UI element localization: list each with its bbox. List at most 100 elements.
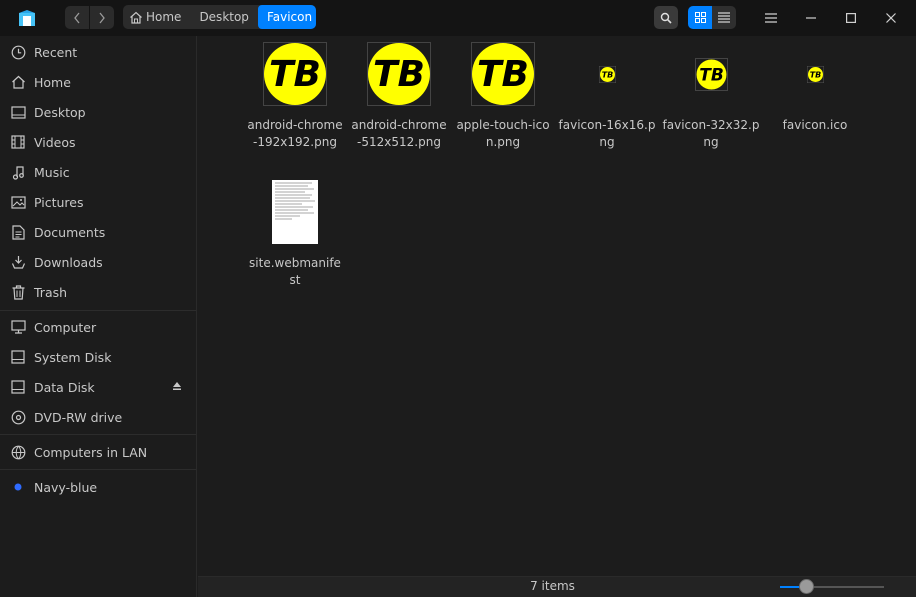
sidebar-separator <box>0 469 196 470</box>
file-manager-app-icon <box>16 7 38 29</box>
breadcrumb-home-label: Home <box>146 10 182 24</box>
close-button[interactable] <box>871 5 911 31</box>
sidebar-item-label: DVD-RW drive <box>34 409 123 425</box>
image-icon <box>9 193 27 211</box>
tb-logo-text: TB <box>477 54 529 95</box>
tb-logo-thumbnail: TB <box>264 43 326 105</box>
home-icon <box>130 11 142 24</box>
sidebar-item-dvd-rw-drive[interactable]: DVD-RW drive <box>0 402 196 432</box>
sidebar-item-trash[interactable]: Trash <box>0 277 196 307</box>
chevron-left-icon <box>74 12 80 23</box>
file-thumbnail: TB <box>558 41 656 107</box>
tb-logo-text: TB <box>601 70 613 79</box>
sidebar: Recent Home Desktop Videos Music Picture… <box>0 36 197 597</box>
menu-button[interactable] <box>751 5 791 31</box>
hamburger-menu-icon <box>765 13 777 23</box>
tb-logo-thumbnail: TB <box>598 65 616 83</box>
file-name: android-chrome-512x512.png <box>351 118 447 149</box>
file-item[interactable]: TB apple-touch-icon.png <box>454 41 552 151</box>
sidebar-item-recent[interactable]: Recent <box>0 37 196 67</box>
clock-icon <box>9 43 27 61</box>
sidebar-item-music[interactable]: Music <box>0 157 196 187</box>
file-view: TB android-chrome-192x192.png TB android… <box>198 36 912 576</box>
sidebar-item-pictures[interactable]: Pictures <box>0 187 196 217</box>
file-item[interactable]: TB favicon-16x16.png <box>558 41 656 151</box>
sidebar-item-computer[interactable]: Computer <box>0 312 196 342</box>
title-bar: Home Desktop Favicon <box>0 0 916 36</box>
icon-view-button[interactable] <box>688 6 712 29</box>
sidebar-item-navy-blue-tag[interactable]: Navy-blue <box>0 472 196 502</box>
file-item[interactable]: TB favicon-32x32.png <box>662 41 760 151</box>
sidebar-item-computers-in-lan[interactable]: Computers in LAN <box>0 437 196 467</box>
sidebar-item-label: Recent <box>34 44 78 60</box>
back-button[interactable] <box>65 6 89 29</box>
sidebar-item-label: Computers in LAN <box>34 444 148 460</box>
file-name: site.webmanifest <box>249 256 341 287</box>
breadcrumb: Home Desktop Favicon <box>123 5 316 29</box>
maximize-icon <box>846 13 856 23</box>
file-thumbnail: TB <box>246 41 344 107</box>
tb-logo-thumbnail: TB <box>696 59 726 89</box>
sidebar-item-system-disk[interactable]: System Disk <box>0 342 196 372</box>
breadcrumb-favicon[interactable]: Favicon <box>257 5 316 29</box>
sidebar-item-downloads[interactable]: Downloads <box>0 247 196 277</box>
sidebar-item-data-disk[interactable]: Data Disk <box>0 372 196 402</box>
eject-icon[interactable] <box>172 380 182 394</box>
list-icon <box>718 12 730 23</box>
sidebar-item-label: Downloads <box>34 254 103 270</box>
tb-logo-text: TB <box>373 54 425 95</box>
sidebar-separator <box>0 434 196 435</box>
trash-icon <box>9 283 27 301</box>
sidebar-item-label: Home <box>34 74 71 90</box>
file-item[interactable]: TB android-chrome-512x512.png <box>350 41 448 151</box>
sidebar-separator <box>0 310 196 311</box>
sidebar-item-label: Music <box>34 164 70 180</box>
file-thumbnail <box>246 179 344 245</box>
file-item[interactable]: TB android-chrome-192x192.png <box>246 41 344 151</box>
file-item[interactable]: site.webmanifest <box>246 179 344 289</box>
download-icon <box>9 253 27 271</box>
sidebar-item-label: System Disk <box>34 349 112 365</box>
file-name: favicon-16x16.png <box>558 118 656 149</box>
zoom-slider[interactable] <box>780 579 884 594</box>
file-name: favicon.ico <box>782 118 848 132</box>
text-document-thumbnail <box>272 180 318 244</box>
sidebar-item-desktop[interactable]: Desktop <box>0 97 196 127</box>
zoom-slider-handle[interactable] <box>799 579 815 594</box>
sidebar-item-home[interactable]: Home <box>0 67 196 97</box>
monitor-icon <box>9 318 27 336</box>
file-thumbnail: TB <box>766 41 864 107</box>
file-thumbnail: TB <box>454 41 552 107</box>
minimize-button[interactable] <box>791 5 831 31</box>
grid-icon <box>694 12 706 23</box>
disk-icon <box>9 348 27 366</box>
desktop-icon <box>9 103 27 121</box>
sidebar-item-label: Desktop <box>34 104 86 120</box>
home-icon <box>9 73 27 91</box>
forward-button[interactable] <box>90 6 114 29</box>
tag-color-dot-icon <box>9 478 27 496</box>
file-name: android-chrome-192x192.png <box>247 118 343 149</box>
maximize-button[interactable] <box>831 5 871 31</box>
breadcrumb-home[interactable]: Home <box>123 5 190 29</box>
music-note-icon <box>9 163 27 181</box>
sidebar-item-label: Documents <box>34 224 106 240</box>
search-button[interactable] <box>654 6 678 29</box>
status-bar: 7 items <box>198 576 916 597</box>
breadcrumb-desktop-label: Desktop <box>199 10 249 24</box>
sidebar-item-label: Videos <box>34 134 76 150</box>
list-view-button[interactable] <box>712 6 736 29</box>
file-item[interactable]: TB favicon.ico <box>766 41 864 134</box>
search-icon <box>660 12 672 24</box>
close-icon <box>886 13 896 23</box>
tb-logo-thumbnail: TB <box>472 43 534 105</box>
breadcrumb-favicon-label: Favicon <box>266 10 313 24</box>
sidebar-item-label: Trash <box>34 284 68 300</box>
minimize-icon <box>806 17 816 19</box>
globe-icon <box>9 443 27 461</box>
sidebar-item-videos[interactable]: Videos <box>0 127 196 157</box>
vertical-scrollbar[interactable] <box>911 36 916 576</box>
breadcrumb-desktop[interactable]: Desktop <box>190 5 258 29</box>
sidebar-item-documents[interactable]: Documents <box>0 217 196 247</box>
film-icon <box>9 133 27 151</box>
